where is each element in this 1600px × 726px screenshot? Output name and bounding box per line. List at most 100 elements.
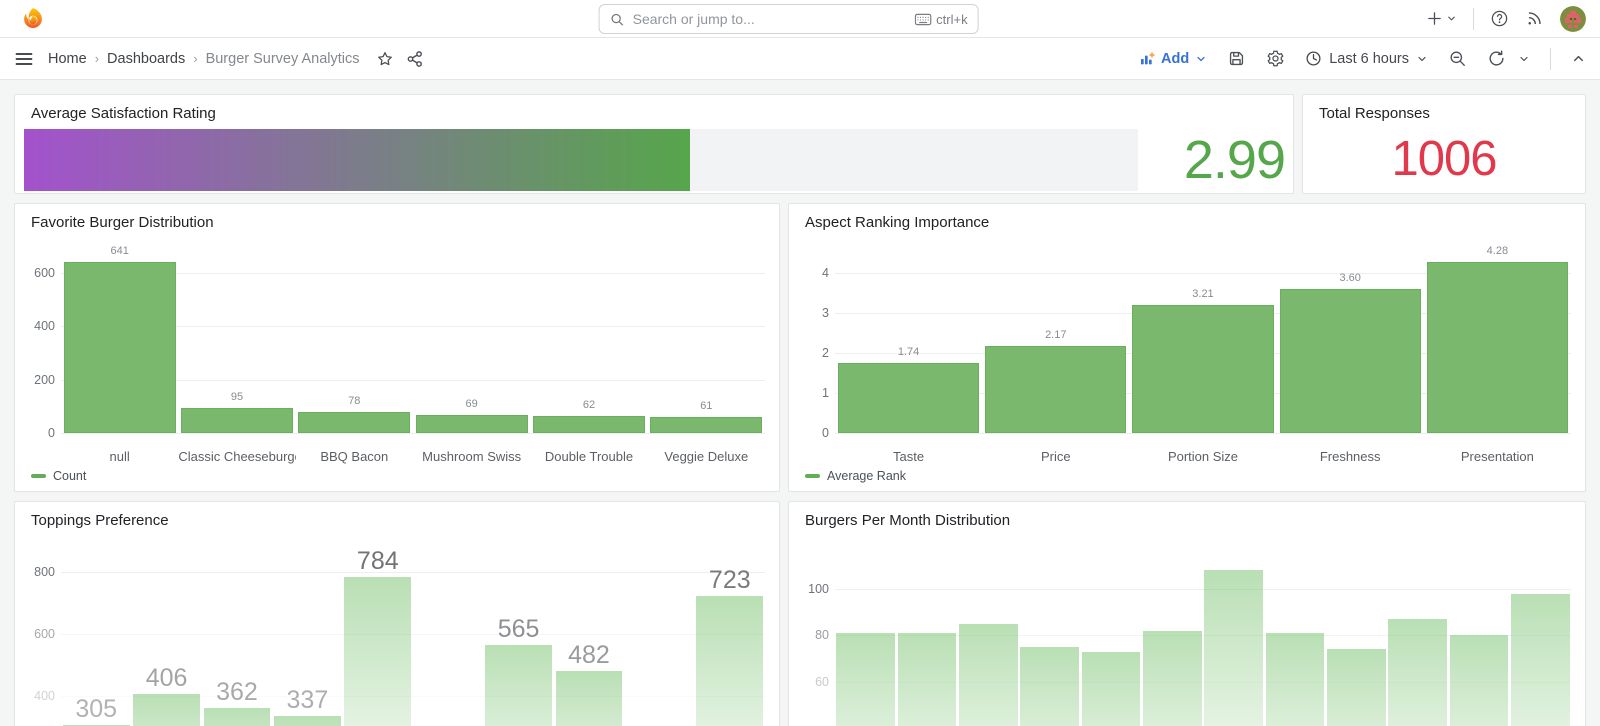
- bar[interactable]: [836, 633, 895, 726]
- bar[interactable]: [1450, 635, 1509, 726]
- y-tick-label: 200: [21, 373, 55, 387]
- bar[interactable]: [1511, 594, 1570, 726]
- legend-label: Average Rank: [827, 469, 906, 483]
- bar-value-label: 2.17: [982, 329, 1129, 341]
- divider: [1473, 8, 1474, 30]
- bar[interactable]: [204, 708, 271, 726]
- breadcrumb-dashboards[interactable]: Dashboards: [107, 51, 185, 67]
- collapse-toolbar-icon[interactable]: [1571, 51, 1586, 66]
- clock-icon: [1305, 50, 1322, 67]
- breadcrumb-separator: ›: [95, 51, 99, 66]
- user-avatar[interactable]: [1560, 6, 1586, 32]
- panel-title[interactable]: Favorite Burger Distribution: [31, 214, 214, 231]
- bar-value-label: 62: [530, 399, 647, 411]
- menu-hamburger-icon[interactable]: [14, 49, 34, 69]
- panel-title[interactable]: Total Responses: [1319, 105, 1430, 122]
- panel-title[interactable]: Burgers Per Month Distribution: [805, 512, 1010, 529]
- add-button[interactable]: Add: [1139, 51, 1207, 67]
- bar-value-label: 784: [343, 547, 413, 576]
- bar-value-label: 723: [695, 566, 765, 595]
- refresh-icon[interactable]: [1487, 49, 1506, 68]
- bar[interactable]: [985, 346, 1126, 433]
- bar[interactable]: [1082, 652, 1141, 726]
- bar[interactable]: [696, 596, 763, 726]
- top-navbar: ctrl+k: [0, 0, 1600, 38]
- bar[interactable]: [344, 577, 411, 726]
- bar[interactable]: [1132, 305, 1273, 433]
- bar[interactable]: [1266, 633, 1325, 726]
- bar[interactable]: [181, 408, 293, 433]
- panel-title[interactable]: Aspect Ranking Importance: [805, 214, 989, 231]
- news-rss-icon[interactable]: [1525, 9, 1544, 28]
- refresh-interval-chevron-icon[interactable]: [1518, 53, 1530, 65]
- x-tick-label: Double Trouble: [530, 449, 647, 464]
- bar[interactable]: [838, 363, 979, 433]
- breadcrumb: Home › Dashboards › Burger Survey Analyt…: [48, 51, 360, 67]
- zoom-out-icon[interactable]: [1448, 49, 1467, 68]
- gridline: [61, 634, 765, 635]
- x-tick-label: Veggie Deluxe: [648, 449, 765, 464]
- panel-title[interactable]: Average Satisfaction Rating: [31, 105, 216, 122]
- search-box[interactable]: ctrl+k: [599, 4, 979, 34]
- help-icon[interactable]: [1490, 9, 1509, 28]
- share-icon[interactable]: [406, 50, 424, 68]
- x-tick-label: Classic Cheeseburger: [178, 449, 295, 464]
- bar-value-label: 1.74: [835, 346, 982, 358]
- bar[interactable]: [533, 416, 645, 433]
- bar[interactable]: [1388, 619, 1447, 726]
- bar-chart-toppings-preference: 400600800305406362337784565482723: [15, 502, 779, 726]
- legend-swatch: [805, 474, 820, 478]
- gridline: [835, 433, 1571, 434]
- bar[interactable]: [298, 412, 410, 433]
- time-range-label: Last 6 hours: [1329, 51, 1409, 67]
- y-tick-label: 600: [21, 627, 55, 641]
- new-plus-button[interactable]: [1426, 10, 1457, 27]
- x-tick-label: null: [61, 449, 178, 464]
- gridline: [61, 433, 765, 434]
- bar-value-label: 69: [413, 398, 530, 410]
- bar-value-label: 3.60: [1277, 272, 1424, 284]
- bar-value-label: 305: [61, 695, 131, 724]
- bar[interactable]: [556, 671, 623, 726]
- panel-average-satisfaction-rating: Average Satisfaction Rating 2.99: [14, 94, 1294, 194]
- panel-title[interactable]: Toppings Preference: [31, 512, 169, 529]
- legend-item[interactable]: Count: [31, 469, 86, 483]
- bar[interactable]: [898, 633, 957, 726]
- panel-toppings-preference: Toppings Preference 40060080030540636233…: [14, 501, 780, 726]
- bar[interactable]: [1143, 631, 1202, 726]
- bar[interactable]: [1427, 262, 1568, 433]
- bar[interactable]: [1020, 647, 1079, 726]
- save-dashboard-icon[interactable]: [1227, 49, 1246, 68]
- y-tick-label: 100: [795, 582, 829, 596]
- bar[interactable]: [1204, 570, 1263, 726]
- search-input[interactable]: [633, 11, 907, 27]
- bar[interactable]: [64, 262, 176, 433]
- y-tick-label: 60: [795, 675, 829, 689]
- x-tick-label: Mushroom Swiss: [413, 449, 530, 464]
- y-tick-label: 600: [21, 266, 55, 280]
- y-tick-label: 0: [795, 426, 829, 440]
- bar[interactable]: [1280, 289, 1421, 433]
- legend-item[interactable]: Average Rank: [805, 469, 906, 483]
- y-tick-label: 400: [21, 319, 55, 333]
- breadcrumb-home[interactable]: Home: [48, 51, 87, 67]
- bar[interactable]: [650, 417, 762, 433]
- time-range-picker[interactable]: Last 6 hours: [1305, 50, 1428, 67]
- panel-total-responses: Total Responses 1006: [1302, 94, 1586, 194]
- stat-value: 1006: [1303, 131, 1585, 187]
- y-tick-label: 4: [795, 266, 829, 280]
- bar[interactable]: [959, 624, 1018, 726]
- bar[interactable]: [1327, 649, 1386, 726]
- y-tick-label: 0: [21, 426, 55, 440]
- bar-gauge: 2.99: [24, 129, 1285, 191]
- favorite-star-icon[interactable]: [376, 50, 394, 68]
- bar[interactable]: [133, 694, 200, 726]
- bar[interactable]: [274, 716, 341, 726]
- grafana-logo-icon[interactable]: [20, 6, 46, 32]
- bar-value-label: 78: [296, 395, 413, 407]
- panel-favorite-burger-distribution: Favorite Burger Distribution 0 200 400 600 6…: [14, 203, 780, 492]
- bar[interactable]: [485, 645, 552, 726]
- settings-gear-icon[interactable]: [1266, 49, 1285, 68]
- add-panel-icon: [1139, 51, 1155, 67]
- bar[interactable]: [416, 415, 528, 433]
